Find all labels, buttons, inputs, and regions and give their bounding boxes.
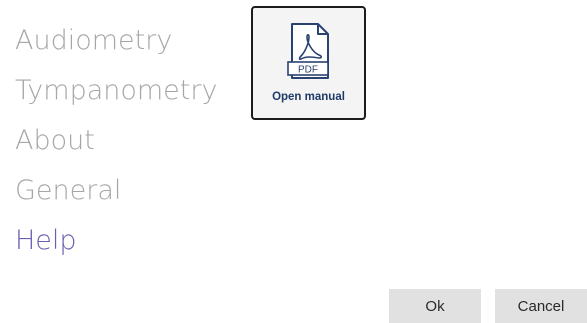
pdf-icon-text: PDF — [298, 65, 318, 76]
nav-item-general[interactable]: General — [15, 166, 217, 216]
nav-item-audiometry[interactable]: Audiometry — [15, 16, 217, 66]
nav-item-help[interactable]: Help — [15, 216, 217, 266]
cancel-button[interactable]: Cancel — [495, 289, 587, 323]
open-manual-button[interactable]: PDF Open manual — [251, 6, 366, 120]
pdf-file-icon: PDF — [287, 23, 329, 79]
settings-nav: Audiometry Tympanometry About General He… — [15, 16, 217, 266]
nav-item-tympanometry[interactable]: Tympanometry — [15, 66, 217, 116]
nav-item-about[interactable]: About — [15, 116, 217, 166]
ok-button[interactable]: Ok — [389, 289, 481, 323]
open-manual-label: Open manual — [272, 91, 345, 103]
